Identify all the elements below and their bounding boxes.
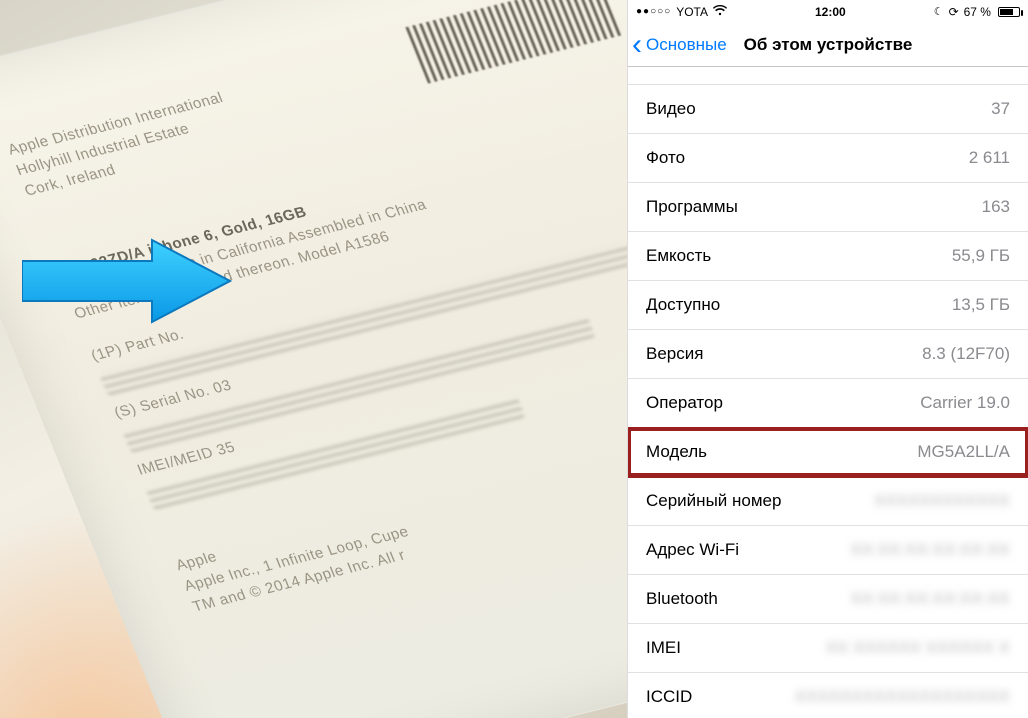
settings-row[interactable]: Серийный номер XXXXXXXXXXXX <box>628 477 1028 526</box>
settings-row[interactable]: Видео 37 <box>628 85 1028 134</box>
row-label: Видео <box>646 99 696 119</box>
row-value: 163 <box>982 197 1010 217</box>
signal-dots-icon: ●●○○○ <box>636 6 671 17</box>
settings-row[interactable]: Доступно 13,5 ГБ <box>628 281 1028 330</box>
row-value: XX:XX:XX:XX:XX:XX <box>850 540 1010 560</box>
settings-row[interactable]: IMEI XX XXXXXX XXXXXX X <box>628 624 1028 673</box>
rotation-lock-icon: ⟳ <box>949 5 959 19</box>
row-value: Carrier 19.0 <box>920 393 1010 413</box>
row-value: XXXXXXXXXXXXXXXXXXX <box>795 687 1010 707</box>
row-label: Оператор <box>646 393 723 413</box>
back-button[interactable]: ‹ Основные <box>628 30 727 60</box>
settings-list[interactable]: Видео 37 Фото 2 611 Программы 163 Емкость 55,9 … <box>628 67 1028 718</box>
row-label: Модель <box>646 442 707 462</box>
settings-row[interactable]: Фото 2 611 <box>628 134 1028 183</box>
nav-bar: ‹ Основные Об этом устройстве <box>628 23 1028 67</box>
row-value: XX XXXXXX XXXXXX X <box>826 638 1010 658</box>
row-value: 55,9 ГБ <box>952 246 1010 266</box>
settings-row[interactable]: Модель MG5A2LL/A <box>628 428 1028 477</box>
settings-row[interactable]: ICCID XXXXXXXXXXXXXXXXXXX <box>628 673 1028 718</box>
do-not-disturb-icon: ☾ <box>934 5 944 18</box>
settings-row[interactable]: Программы 163 <box>628 183 1028 232</box>
status-bar: ●●○○○ YOTA 12:00 ☾ ⟳ 67 % <box>628 0 1028 23</box>
row-label: Серийный номер <box>646 491 781 511</box>
battery-icon <box>996 7 1020 17</box>
carrier-label: YOTA <box>676 5 708 19</box>
settings-row[interactable]: Версия 8.3 (12F70) <box>628 330 1028 379</box>
row-value: MG5A2LL/A <box>917 442 1010 462</box>
row-label: Фото <box>646 148 685 168</box>
settings-row[interactable]: Адрес Wi-Fi XX:XX:XX:XX:XX:XX <box>628 526 1028 575</box>
box-photo: Apple Distribution International Hollyhi… <box>0 0 627 718</box>
row-label: Емкость <box>646 246 711 266</box>
row-label: IMEI <box>646 638 681 658</box>
row-label: Программы <box>646 197 738 217</box>
box-label-panel: Apple Distribution International Hollyhi… <box>0 0 627 718</box>
battery-percent: 67 % <box>964 5 991 19</box>
ios-settings-about: ●●○○○ YOTA 12:00 ☾ ⟳ 67 % ‹ Основные Об … <box>627 0 1028 718</box>
row-value: 2 611 <box>969 148 1010 168</box>
row-value: 13,5 ГБ <box>952 295 1010 315</box>
clock: 12:00 <box>815 5 846 19</box>
row-value: 8.3 (12F70) <box>922 344 1010 364</box>
row-label: Версия <box>646 344 703 364</box>
settings-row[interactable]: Оператор Carrier 19.0 <box>628 379 1028 428</box>
settings-row[interactable]: Bluetooth XX:XX:XX:XX:XX:XX <box>628 575 1028 624</box>
row-label: Bluetooth <box>646 589 718 609</box>
chevron-left-icon: ‹ <box>632 30 642 60</box>
row-label: Доступно <box>646 295 720 315</box>
row-label: Адрес Wi-Fi <box>646 540 739 560</box>
settings-row[interactable]: Емкость 55,9 ГБ <box>628 232 1028 281</box>
row-value: XX:XX:XX:XX:XX:XX <box>850 589 1010 609</box>
back-label: Основные <box>646 35 727 55</box>
wifi-icon <box>713 5 727 19</box>
row-value: XXXXXXXXXXXX <box>874 491 1010 511</box>
row-label: ICCID <box>646 687 692 707</box>
row-value: 37 <box>991 99 1010 119</box>
